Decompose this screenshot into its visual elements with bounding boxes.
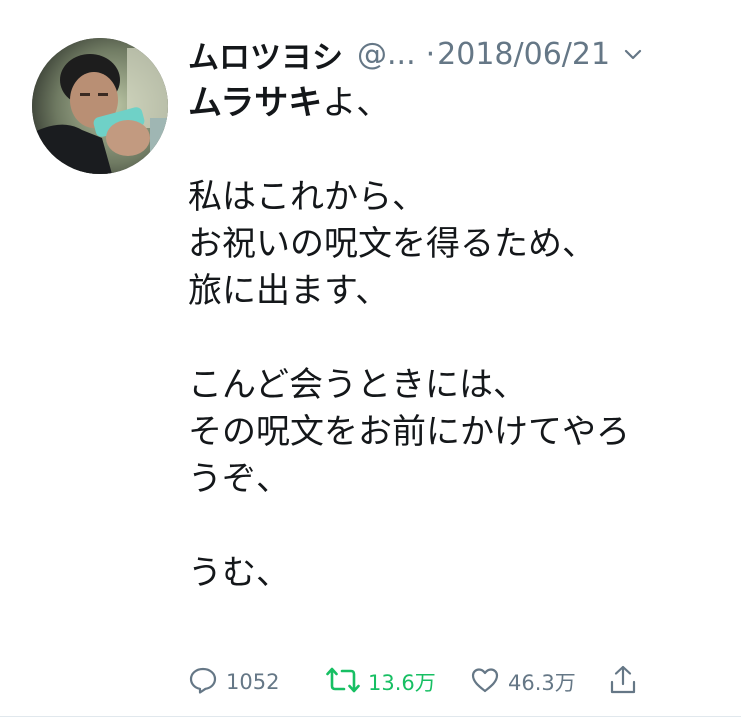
avatar[interactable] bbox=[32, 38, 168, 174]
tweet-line: ムラサキよ、 bbox=[188, 80, 718, 127]
reply-count: 1052 bbox=[226, 670, 280, 694]
retweet-count: 13.6万 bbox=[368, 671, 436, 695]
like-button[interactable]: 46.3万 bbox=[470, 660, 576, 704]
separator-dot: · bbox=[425, 36, 436, 72]
tweet-text: ムラサキよ、 私はこれから、 お祝いの呪文を得るため、 旅に出ます、 こんど会う… bbox=[188, 80, 718, 597]
mention-name: ムラサキ bbox=[188, 83, 323, 123]
tweet-line: お祝いの呪文を得るため、 bbox=[188, 224, 596, 264]
tweet-line bbox=[188, 503, 718, 550]
tweet-line: 旅に出ます、 bbox=[188, 271, 390, 311]
avatar-photo bbox=[32, 38, 168, 174]
retweet-button[interactable]: 13.6万 bbox=[326, 660, 436, 704]
user-handle[interactable]: @... bbox=[357, 37, 416, 72]
tweet-actions: 1052 13.6万 46.3万 bbox=[188, 660, 718, 704]
tweet-line: うぞ、 bbox=[188, 459, 290, 499]
like-count: 46.3万 bbox=[508, 671, 576, 695]
reply-icon bbox=[188, 665, 218, 699]
retweet-icon bbox=[326, 665, 360, 699]
tweet-line-rest: よ、 bbox=[322, 83, 391, 123]
divider bbox=[0, 716, 741, 717]
tweet-line: うむ、 bbox=[188, 553, 290, 593]
tweet-line: 私はこれから、 bbox=[188, 177, 426, 217]
tweet-line: こんど会うときには、 bbox=[188, 365, 527, 405]
reply-button[interactable]: 1052 bbox=[188, 660, 279, 704]
heart-icon bbox=[470, 665, 500, 699]
tweet-line: その呪文をお前にかけてやろ bbox=[188, 412, 630, 452]
share-button[interactable] bbox=[608, 660, 638, 704]
tweet-line bbox=[188, 127, 718, 174]
tweet-date[interactable]: 2018/06/21 bbox=[437, 37, 610, 72]
chevron-down-icon[interactable] bbox=[622, 43, 644, 65]
tweet-header: ムロツヨシ @... · 2018/06/21 bbox=[188, 28, 728, 80]
display-name[interactable]: ムロツヨシ bbox=[188, 32, 343, 77]
share-icon bbox=[608, 664, 638, 700]
tweet-card[interactable]: ムロツヨシ @... · 2018/06/21 ムラサキよ、 私はこれから、 お… bbox=[0, 0, 741, 722]
tweet-line bbox=[188, 315, 718, 362]
